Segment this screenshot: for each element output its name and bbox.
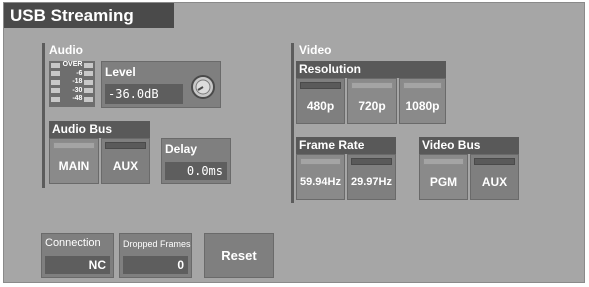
meter-label-18: -18 [72, 78, 83, 86]
audio-group-label: Audio [49, 43, 83, 57]
resolution-720p-button[interactable]: 720p [347, 78, 397, 124]
tally-indicator [105, 142, 146, 149]
video-bus-aux-label: AUX [481, 175, 508, 189]
audio-delay-label: Delay [165, 142, 198, 156]
frame-rate-5994-button[interactable]: 59.94Hz [296, 154, 345, 200]
tally-indicator [351, 82, 393, 89]
audio-bus-main-label: MAIN [58, 159, 90, 173]
audio-group-line [42, 43, 45, 188]
audio-level-meter: OVER -6 -18 -30 -48 [49, 61, 95, 107]
video-bus-aux-button[interactable]: AUX [470, 154, 519, 200]
meter-label-48: -48 [72, 95, 83, 103]
tally-indicator [351, 158, 392, 165]
usb-streaming-panel: USB Streaming Audio OVER -6 -18 -30 -48 … [3, 2, 585, 283]
frame-rate-header: Frame Rate [296, 137, 396, 154]
audio-delay-value: 0.0ms [165, 162, 227, 180]
resolution-header: Resolution [296, 61, 446, 78]
frame-rate-2997-label: 29.97Hz [351, 176, 392, 188]
tally-indicator [300, 82, 341, 89]
reset-button[interactable]: Reset [204, 233, 274, 278]
meter-label-6: -6 [76, 69, 83, 77]
audio-bus-aux-button[interactable]: AUX [101, 138, 150, 184]
connection-label: Connection [45, 237, 101, 249]
tally-indicator [53, 142, 95, 149]
dropped-frames-label: Dropped Frames [123, 239, 191, 249]
resolution-480p-button[interactable]: 480p [296, 78, 345, 124]
video-group-line [291, 43, 294, 203]
video-bus-header: Video Bus [419, 137, 519, 154]
panel-title: USB Streaming [4, 3, 174, 28]
tally-indicator [423, 158, 464, 165]
resolution-720p-label: 720p [358, 99, 386, 113]
audio-level-label: Level [105, 65, 136, 79]
audio-bus-main-button[interactable]: MAIN [49, 138, 99, 184]
video-bus-pgm-button[interactable]: PGM [419, 154, 468, 200]
audio-level-value: -36.0dB [105, 84, 183, 104]
resolution-1080p-button[interactable]: 1080p [399, 78, 446, 124]
meter-label-30: -30 [72, 86, 83, 94]
frame-rate-2997-button[interactable]: 29.97Hz [347, 154, 396, 200]
meter-label-over: OVER [62, 61, 83, 69]
audio-delay-control[interactable]: Delay 0.0ms [161, 138, 231, 184]
connection-status: Connection NC [41, 233, 114, 278]
video-group-label: Video [299, 43, 332, 57]
audio-bus-header: Audio Bus [49, 121, 150, 138]
resolution-480p-label: 480p [306, 99, 335, 113]
tally-indicator [474, 158, 515, 165]
audio-level-control[interactable]: Level -36.0dB [101, 61, 221, 108]
tally-indicator [403, 82, 442, 89]
resolution-1080p-label: 1080p [405, 99, 440, 113]
tally-indicator [300, 158, 341, 165]
audio-bus-aux-label: AUX [112, 159, 139, 173]
frame-rate-5994-label: 59.94Hz [300, 176, 341, 188]
level-knob-icon[interactable] [190, 74, 216, 100]
video-bus-pgm-label: PGM [429, 175, 458, 189]
dropped-frames-status: Dropped Frames 0 [119, 233, 192, 278]
dropped-frames-value: 0 [123, 256, 188, 274]
connection-value: NC [45, 256, 110, 274]
